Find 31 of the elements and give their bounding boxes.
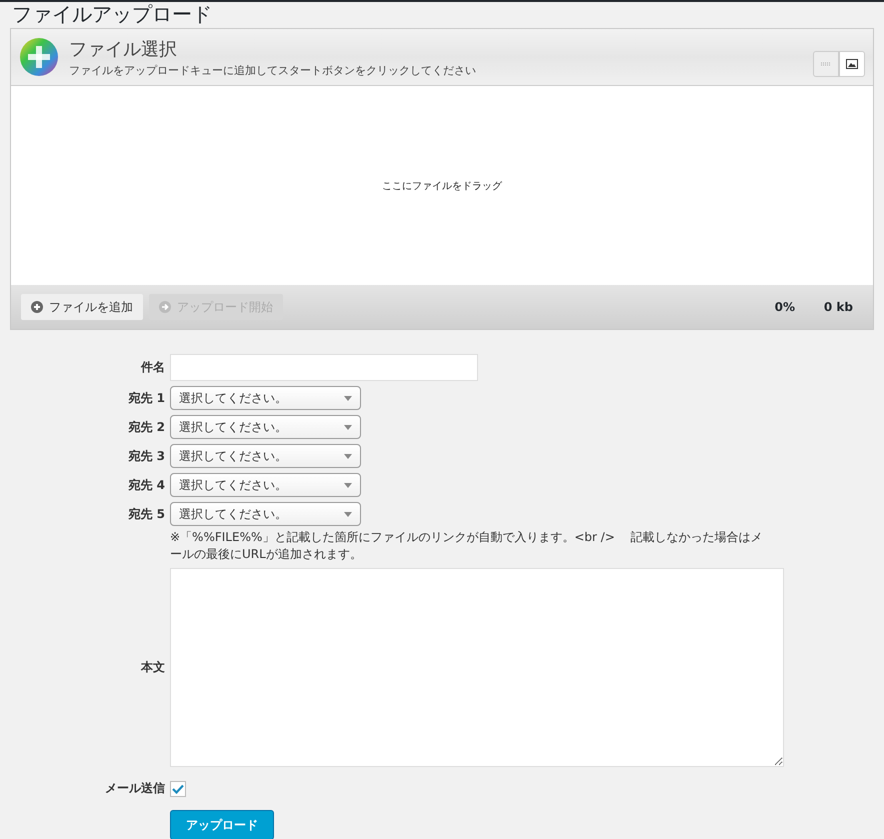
add-icon xyxy=(19,37,59,77)
drop-area[interactable]: ここにファイルをドラッグ xyxy=(11,86,873,285)
plus-icon xyxy=(31,301,43,313)
upload-percent: 0% xyxy=(774,300,795,314)
recipient-select[interactable]: 選択してください。 xyxy=(170,502,361,526)
mail-label: メール送信 xyxy=(104,780,165,797)
recipient-label: 宛先 5 xyxy=(127,506,165,522)
recipient-select[interactable]: 選択してください。 xyxy=(170,473,361,497)
uploader-title: ファイル選択 xyxy=(69,38,178,60)
arrow-icon xyxy=(159,301,171,313)
body-note: ※「%%FILE%%」と記載した箇所にファイルのリンクが自動で入ります。<br /> 記載しなかった場合はメールの最後にURLが追加されます。 xyxy=(170,529,764,563)
uploader-subtitle: ファイルをアップロードキューに追加してスタートボタンをクリックしてください xyxy=(69,62,477,78)
recipient-label: 宛先 1 xyxy=(127,390,165,406)
mail-checkbox[interactable] xyxy=(170,780,186,796)
thumbnail-view-button[interactable] xyxy=(839,51,865,77)
recipient-label: 宛先 3 xyxy=(127,448,165,464)
recipient-select[interactable]: 選択してください。 xyxy=(170,444,361,468)
image-icon xyxy=(846,59,858,69)
subject-input[interactable] xyxy=(170,354,478,381)
add-files-button[interactable]: ファイルを追加 xyxy=(21,294,143,320)
list-icon xyxy=(821,62,831,66)
body-textarea[interactable] xyxy=(170,568,784,767)
recipient-select[interactable]: 選択してください。 xyxy=(170,415,361,439)
upload-size: 0 kb xyxy=(822,300,853,314)
recipient-label: 宛先 2 xyxy=(127,418,165,436)
recipient-select[interactable]: 選択してください。 xyxy=(170,386,361,410)
recipient-label: 宛先 4 xyxy=(127,476,165,494)
subject-label: 件名 xyxy=(140,359,165,376)
drop-hint: ここにファイルをドラッグ xyxy=(382,180,502,192)
body-label: 本文 xyxy=(140,659,165,676)
page-title: ファイルアップロード xyxy=(12,2,213,26)
